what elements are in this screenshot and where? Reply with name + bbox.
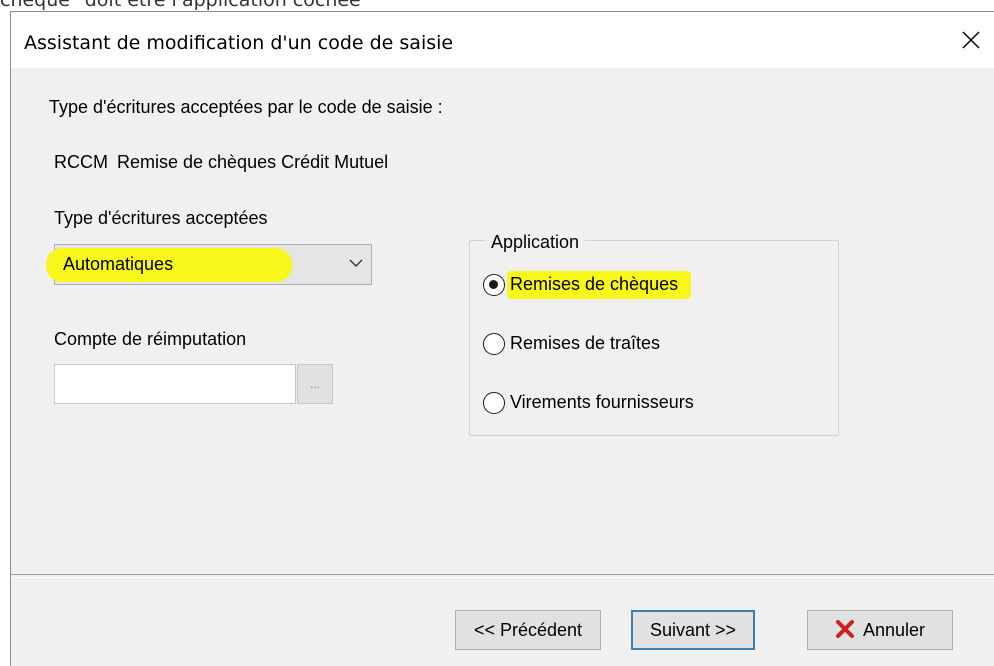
radio-label: Remises de traîtes [510, 333, 661, 353]
account-label: Compte de réimputation [54, 329, 247, 349]
footer-separator [11, 574, 994, 578]
radio-button-selected[interactable] [483, 274, 505, 296]
account-input[interactable] [54, 364, 296, 404]
entry-type-select[interactable]: Automatiques [46, 244, 372, 285]
close-icon [962, 31, 980, 49]
page-text-fragment: chèque" doit être l'application cochée [0, 0, 361, 11]
intro-label: Type d'écritures acceptées par le code d… [49, 97, 443, 117]
entry-type-label: Type d'écritures acceptées [54, 208, 268, 228]
chevron-down-icon [349, 259, 363, 267]
account-browse-button[interactable]: ... [297, 364, 333, 404]
cancel-x-icon [835, 620, 854, 638]
window-title: Assistant de modification d'un code de s… [24, 32, 454, 54]
application-legend: Application [485, 232, 586, 253]
next-button[interactable]: Suivant >> [631, 610, 755, 650]
radio-button[interactable] [483, 392, 505, 414]
radio-button[interactable] [483, 333, 505, 355]
code-description: Remise de chèques Crédit Mutuel [117, 152, 389, 172]
wizard-dialog: Assistant de modification d'un code de s… [10, 11, 994, 666]
entry-type-value: Automatiques [63, 254, 174, 274]
close-button[interactable] [948, 12, 994, 68]
previous-button[interactable]: << Précédent [455, 610, 601, 650]
code-id: RCCM [54, 152, 108, 172]
cancel-label: Annuler [862, 620, 926, 640]
radio-label: Remises de chèques [510, 274, 679, 294]
cancel-button[interactable]: Annuler [807, 610, 953, 650]
radio-label: Virements fournisseurs [510, 392, 694, 412]
title-bar: Assistant de modification d'un code de s… [11, 12, 994, 68]
